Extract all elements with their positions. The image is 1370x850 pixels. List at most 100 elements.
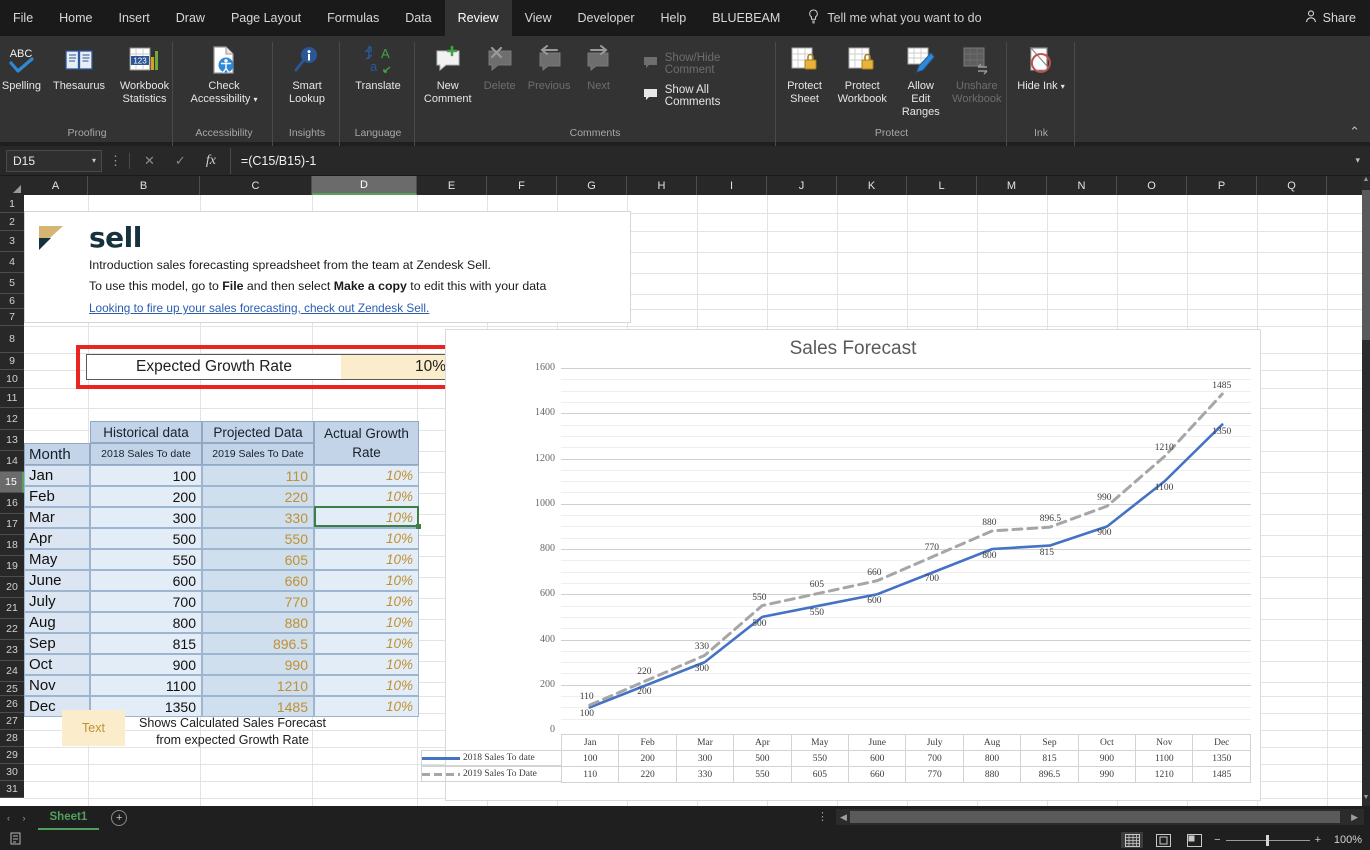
show-all-comments-button[interactable]: Show All Comments xyxy=(637,80,772,112)
row-header-30[interactable]: 30 xyxy=(0,764,24,781)
formula-bar-options[interactable]: ⋮ xyxy=(109,153,122,169)
row-header-23[interactable]: 23 xyxy=(0,640,24,661)
ribbon-tab-review[interactable]: Review xyxy=(444,0,512,36)
table-row-projected[interactable]: 660 xyxy=(202,570,314,591)
ribbon-tab-insert[interactable]: Insert xyxy=(106,0,163,36)
table-row-growth[interactable]: 10% xyxy=(314,507,419,528)
horizontal-scroll-thumb[interactable] xyxy=(850,811,1340,823)
row-header-11[interactable]: 11 xyxy=(0,388,24,408)
table-row-projected[interactable]: 880 xyxy=(202,612,314,633)
ribbon-tab-view[interactable]: View xyxy=(512,0,565,36)
table-row-growth[interactable]: 10% xyxy=(314,549,419,570)
ribbon-tab-page-layout[interactable]: Page Layout xyxy=(218,0,314,36)
table-row-month[interactable]: May xyxy=(24,549,90,570)
table-row-projected[interactable]: 605 xyxy=(202,549,314,570)
table-row-projected[interactable]: 550 xyxy=(202,528,314,549)
table-row-growth[interactable]: 10% xyxy=(314,654,419,675)
column-header-E[interactable]: E xyxy=(417,176,487,195)
cancel-formula-icon[interactable]: ✕ xyxy=(144,153,155,169)
table-row-projected[interactable]: 220 xyxy=(202,486,314,507)
expand-formula-bar-icon[interactable]: ▾ xyxy=(1345,155,1370,166)
ribbon-tab-home[interactable]: Home xyxy=(46,0,105,36)
table-row-projected[interactable]: 896.5 xyxy=(202,633,314,654)
zoom-out-button[interactable]: − xyxy=(1214,834,1220,846)
zendesk-sell-link[interactable]: Looking to fire up your sales forecastin… xyxy=(89,301,429,315)
protect-sheet-button[interactable]: Protect Sheet xyxy=(778,40,831,109)
column-header-J[interactable]: J xyxy=(767,176,837,195)
allow-edit-ranges-button[interactable]: Allow Edit Ranges xyxy=(893,40,948,122)
column-header-D[interactable]: D xyxy=(312,176,417,195)
smart-lookup-button[interactable]: Smart Lookup xyxy=(276,40,338,109)
column-header-P[interactable]: P xyxy=(1187,176,1257,195)
row-header-25[interactable]: 25 xyxy=(0,682,24,696)
vertical-scrollbar[interactable]: ▲ ▼ xyxy=(1362,176,1370,806)
workbook-statistics-button[interactable]: 123 Workbook Statistics xyxy=(111,40,178,109)
normal-view-button[interactable] xyxy=(1121,832,1144,848)
row-header-8[interactable]: 8 xyxy=(0,326,24,353)
ribbon-tab-help[interactable]: Help xyxy=(648,0,700,36)
table-row-historical[interactable]: 500 xyxy=(90,528,202,549)
table-row-historical[interactable]: 815 xyxy=(90,633,202,654)
table-row-projected[interactable]: 1210 xyxy=(202,675,314,696)
thesaurus-button[interactable]: Thesaurus xyxy=(47,40,111,96)
hide-ink-button[interactable]: Hide Ink ▾ xyxy=(1010,40,1071,96)
table-row-month[interactable]: Aug xyxy=(24,612,90,633)
table-row-month[interactable]: Nov xyxy=(24,675,90,696)
table-row-growth[interactable]: 10% xyxy=(314,528,419,549)
row-header-2[interactable]: 2 xyxy=(0,213,24,231)
column-header-H[interactable]: H xyxy=(627,176,697,195)
table-row-month[interactable]: Sep xyxy=(24,633,90,654)
table-row-historical[interactable]: 1100 xyxy=(90,675,202,696)
fill-handle[interactable] xyxy=(416,524,421,529)
page-layout-view-button[interactable] xyxy=(1152,832,1174,848)
scroll-left-arrow[interactable]: ◀ xyxy=(836,812,851,823)
vertical-scroll-thumb[interactable] xyxy=(1362,190,1370,340)
zoom-percentage[interactable]: 100% xyxy=(1330,834,1362,846)
table-row-historical[interactable]: 100 xyxy=(90,465,202,486)
insert-function-icon[interactable]: fx xyxy=(206,153,216,169)
row-header-20[interactable]: 20 xyxy=(0,577,24,598)
table-row-historical[interactable]: 800 xyxy=(90,612,202,633)
row-header-1[interactable]: 1 xyxy=(0,195,24,213)
table-row-projected[interactable]: 1485 xyxy=(202,696,314,717)
table-row-growth[interactable]: 10% xyxy=(314,633,419,654)
table-row-growth[interactable]: 10% xyxy=(314,465,419,486)
expected-growth-rate-row[interactable]: Expected Growth Rate 10% xyxy=(86,354,454,380)
formula-input[interactable]: =(C15/B15)-1 xyxy=(229,147,1346,174)
table-row-projected[interactable]: 990 xyxy=(202,654,314,675)
spelling-button[interactable]: ABC Spelling xyxy=(0,40,47,96)
translate-button[interactable]: a A Translate xyxy=(346,40,410,96)
sales-forecast-chart[interactable]: Sales Forecast 0 200 400 600 800 1000 1200 1400… xyxy=(421,329,1261,801)
row-header-28[interactable]: 28 xyxy=(0,730,24,747)
row-header-21[interactable]: 21 xyxy=(0,598,24,619)
table-row-projected[interactable]: 770 xyxy=(202,591,314,612)
column-header-O[interactable]: O xyxy=(1117,176,1187,195)
row-header-14[interactable]: 14 xyxy=(0,451,24,472)
table-row-month[interactable]: Apr xyxy=(24,528,90,549)
column-header-C[interactable]: C xyxy=(200,176,312,195)
column-header-N[interactable]: N xyxy=(1047,176,1117,195)
column-header-G[interactable]: G xyxy=(557,176,627,195)
row-header-29[interactable]: 29 xyxy=(0,747,24,764)
zoom-in-button[interactable]: + xyxy=(1315,834,1321,846)
row-header-10[interactable]: 10 xyxy=(0,370,24,388)
table-row-month[interactable]: Oct xyxy=(24,654,90,675)
table-row-growth[interactable]: 10% xyxy=(314,675,419,696)
row-header-17[interactable]: 17 xyxy=(0,514,24,535)
table-row-month[interactable]: Mar xyxy=(24,507,90,528)
ribbon-tab-developer[interactable]: Developer xyxy=(565,0,648,36)
ribbon-tab-data[interactable]: Data xyxy=(392,0,444,36)
column-header-A[interactable]: A xyxy=(24,176,88,195)
sheet-nav-arrows[interactable]: ‹ › xyxy=(0,813,38,823)
row-header-24[interactable]: 24 xyxy=(0,661,24,682)
table-row-growth[interactable]: 10% xyxy=(314,570,419,591)
table-row-historical[interactable]: 300 xyxy=(90,507,202,528)
row-header-15[interactable]: 15 xyxy=(0,472,24,493)
share-button[interactable]: Share xyxy=(1305,10,1356,26)
row-header-13[interactable]: 13 xyxy=(0,430,24,451)
expected-growth-rate-value[interactable]: 10% xyxy=(341,355,453,379)
table-row-projected[interactable]: 330 xyxy=(202,507,314,528)
accessibility-status-icon[interactable] xyxy=(0,832,21,848)
table-row-growth[interactable]: 10% xyxy=(314,591,419,612)
table-row-historical[interactable]: 600 xyxy=(90,570,202,591)
